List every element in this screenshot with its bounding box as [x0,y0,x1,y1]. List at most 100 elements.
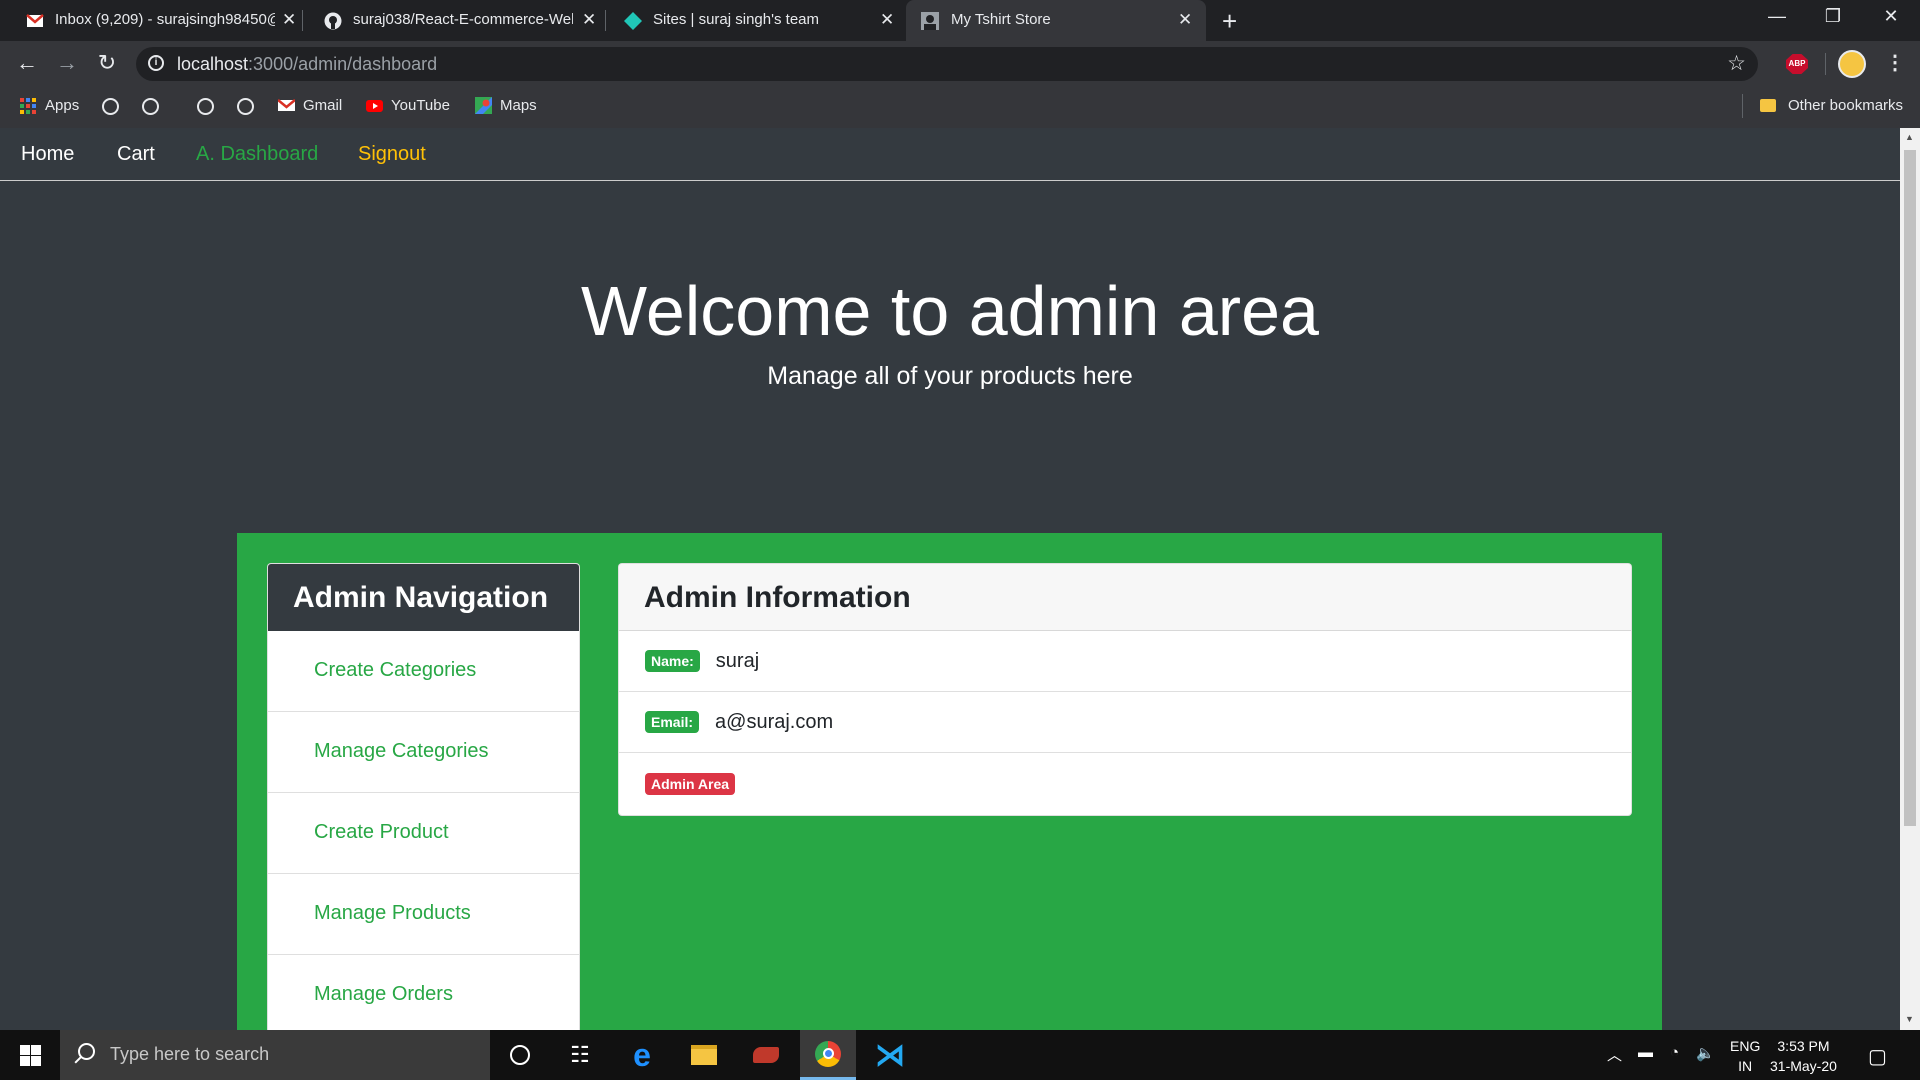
chrome-taskbar-icon[interactable] [800,1030,856,1080]
search-placeholder: Type here to search [110,1044,270,1064]
nav-signout[interactable]: Signout [358,143,426,166]
name-row: Name: suraj [619,631,1631,692]
site-icon [921,12,939,30]
nav-home[interactable]: Home [21,143,74,166]
page-scrollbar[interactable]: ▲ ▼ [1900,128,1920,1030]
email-row: Email: a@suraj.com [619,692,1631,753]
email-badge: Email: [645,711,700,733]
netlify-icon [624,12,642,30]
nav-create-categories[interactable]: Create Categories [268,631,579,712]
tray-chevron-icon[interactable]: ︿ [1607,1044,1622,1065]
notifications-icon[interactable]: ▢ [1868,1044,1887,1069]
reload-icon[interactable]: ↻ [93,50,121,76]
folder-icon [1760,99,1776,112]
globe-icon[interactable] [237,98,254,115]
language-indicator[interactable]: ENG IN [1730,1036,1760,1076]
url-text: localhost:3000/admin/dashboard [177,54,438,74]
battery-icon[interactable]: ▬ [1638,1044,1653,1061]
windows-taskbar: Type here to search ☷ e ⋊ ︿ ▬ ◔ 🔈 ENG IN… [0,1030,1920,1080]
bookmarks-bar: Apps Gmail YouTube Maps Other bookmarks [0,86,1920,128]
close-tab-icon[interactable]: ✕ [582,10,596,30]
taskbar-search-box[interactable]: Type here to search [60,1030,490,1080]
admin-navigation-card: Admin Navigation Create Categories Manag… [267,563,580,1030]
tab-title: My Tshirt Store [951,11,1051,28]
admin-information-header: Admin Information [619,564,1631,631]
wifi-icon[interactable]: ◔ [1670,1044,1679,1061]
taskbar-clock[interactable]: 3:53 PM 31-May-20 [1770,1036,1837,1076]
admin-information-card: Admin Information Name: suraj Email: a@s… [618,563,1632,816]
edge-icon[interactable]: e [614,1030,670,1080]
bookmark-gmail[interactable]: Gmail [278,97,342,114]
volume-icon[interactable]: 🔈 [1696,1044,1715,1062]
hero-title: Welcome to admin area [581,272,1319,350]
gmail-icon [278,99,295,111]
page-viewport: Home Cart A. Dashboard Signout Welcome t… [0,128,1900,1030]
nav-manage-orders[interactable]: Manage Orders [268,955,579,1030]
adblock-icon[interactable]: ABP [1786,54,1808,74]
email-value: a@suraj.com [715,710,834,733]
minimize-icon[interactable]: — [1754,6,1800,27]
profile-avatar-icon[interactable] [1838,50,1866,78]
back-icon[interactable]: ← [13,50,41,76]
browser-toolbar: ← → ↻ i localhost:3000/admin/dashboard ☆… [0,41,1920,86]
maps-icon [475,97,492,114]
globe-icon[interactable] [142,98,159,115]
tab-github[interactable]: suraj038/React-E-commerce-Wel ✕ [303,0,606,41]
globe-icon[interactable] [102,98,119,115]
bookmark-other[interactable]: Other bookmarks [1760,97,1903,114]
address-bar[interactable]: i localhost:3000/admin/dashboard ☆ [136,47,1758,81]
forward-icon[interactable]: → [53,50,81,76]
bookmarks-divider [1742,94,1743,118]
site-navbar: Home Cart A. Dashboard Signout [0,128,1900,181]
gmail-icon [26,14,44,27]
restore-icon[interactable]: ❐ [1810,6,1856,27]
name-badge: Name: [645,650,700,672]
admin-dashboard-container: Admin Navigation Create Categories Manag… [237,533,1662,1030]
close-tab-icon[interactable]: ✕ [880,10,894,30]
tab-title: Sites | suraj singh's team [653,11,819,28]
cortana-icon[interactable] [492,1030,548,1080]
nav-manage-products[interactable]: Manage Products [268,874,579,955]
bookmark-youtube[interactable]: YouTube [366,97,450,114]
search-icon [78,1043,95,1060]
tab-title: suraj038/React-E-commerce-Wel [353,11,573,28]
toolbar-divider [1825,53,1826,75]
info-icon[interactable]: i [148,55,164,71]
new-tab-button[interactable]: + [1222,6,1237,37]
scroll-down-arrow-icon[interactable]: ▼ [1905,1014,1914,1024]
nav-create-product[interactable]: Create Product [268,793,579,874]
apps-grid-icon [20,97,36,114]
bookmark-maps[interactable]: Maps [475,97,537,114]
tab-title: Inbox (9,209) - surajsingh98450@ [55,11,275,28]
name-value: suraj [715,649,760,672]
globe-icon[interactable] [197,98,214,115]
github-icon [324,12,342,30]
bookmark-star-icon[interactable]: ☆ [1727,51,1746,76]
tab-tshirt-store[interactable]: My Tshirt Store ✕ [906,0,1206,41]
admin-area-badge: Admin Area [645,772,736,795]
nav-manage-categories[interactable]: Manage Categories [268,712,579,793]
task-view-icon[interactable]: ☷ [552,1030,608,1080]
tab-netlify[interactable]: Sites | suraj singh's team ✕ [606,0,906,41]
scroll-up-arrow-icon[interactable]: ▲ [1905,132,1914,142]
close-window-icon[interactable]: ✕ [1868,6,1914,27]
app-red-icon[interactable] [738,1030,794,1080]
nav-admin-dashboard[interactable]: A. Dashboard [196,143,318,166]
youtube-icon [366,100,383,112]
close-tab-icon[interactable]: ✕ [1178,10,1192,30]
bookmark-apps[interactable]: Apps [20,97,79,114]
nav-cart[interactable]: Cart [117,143,155,166]
clock-date: 31-May-20 [1770,1058,1837,1074]
close-tab-icon[interactable]: ✕ [282,10,296,30]
hero-subtitle: Manage all of your products here [767,362,1133,390]
clock-time: 3:53 PM [1777,1038,1830,1054]
scrollbar-thumb[interactable] [1904,150,1916,826]
admin-navigation-header: Admin Navigation [268,564,579,631]
windows-start-icon[interactable] [20,1045,41,1066]
tab-strip: Inbox (9,209) - surajsingh98450@ ✕ suraj… [0,0,1920,41]
admin-area-row: Admin Area [619,753,1631,814]
menu-kebab-icon[interactable]: ⋮ [1885,50,1905,75]
vscode-icon[interactable]: ⋊ [862,1030,918,1080]
file-explorer-icon[interactable] [676,1030,732,1080]
tab-gmail[interactable]: Inbox (9,209) - surajsingh98450@ ✕ [0,0,303,41]
